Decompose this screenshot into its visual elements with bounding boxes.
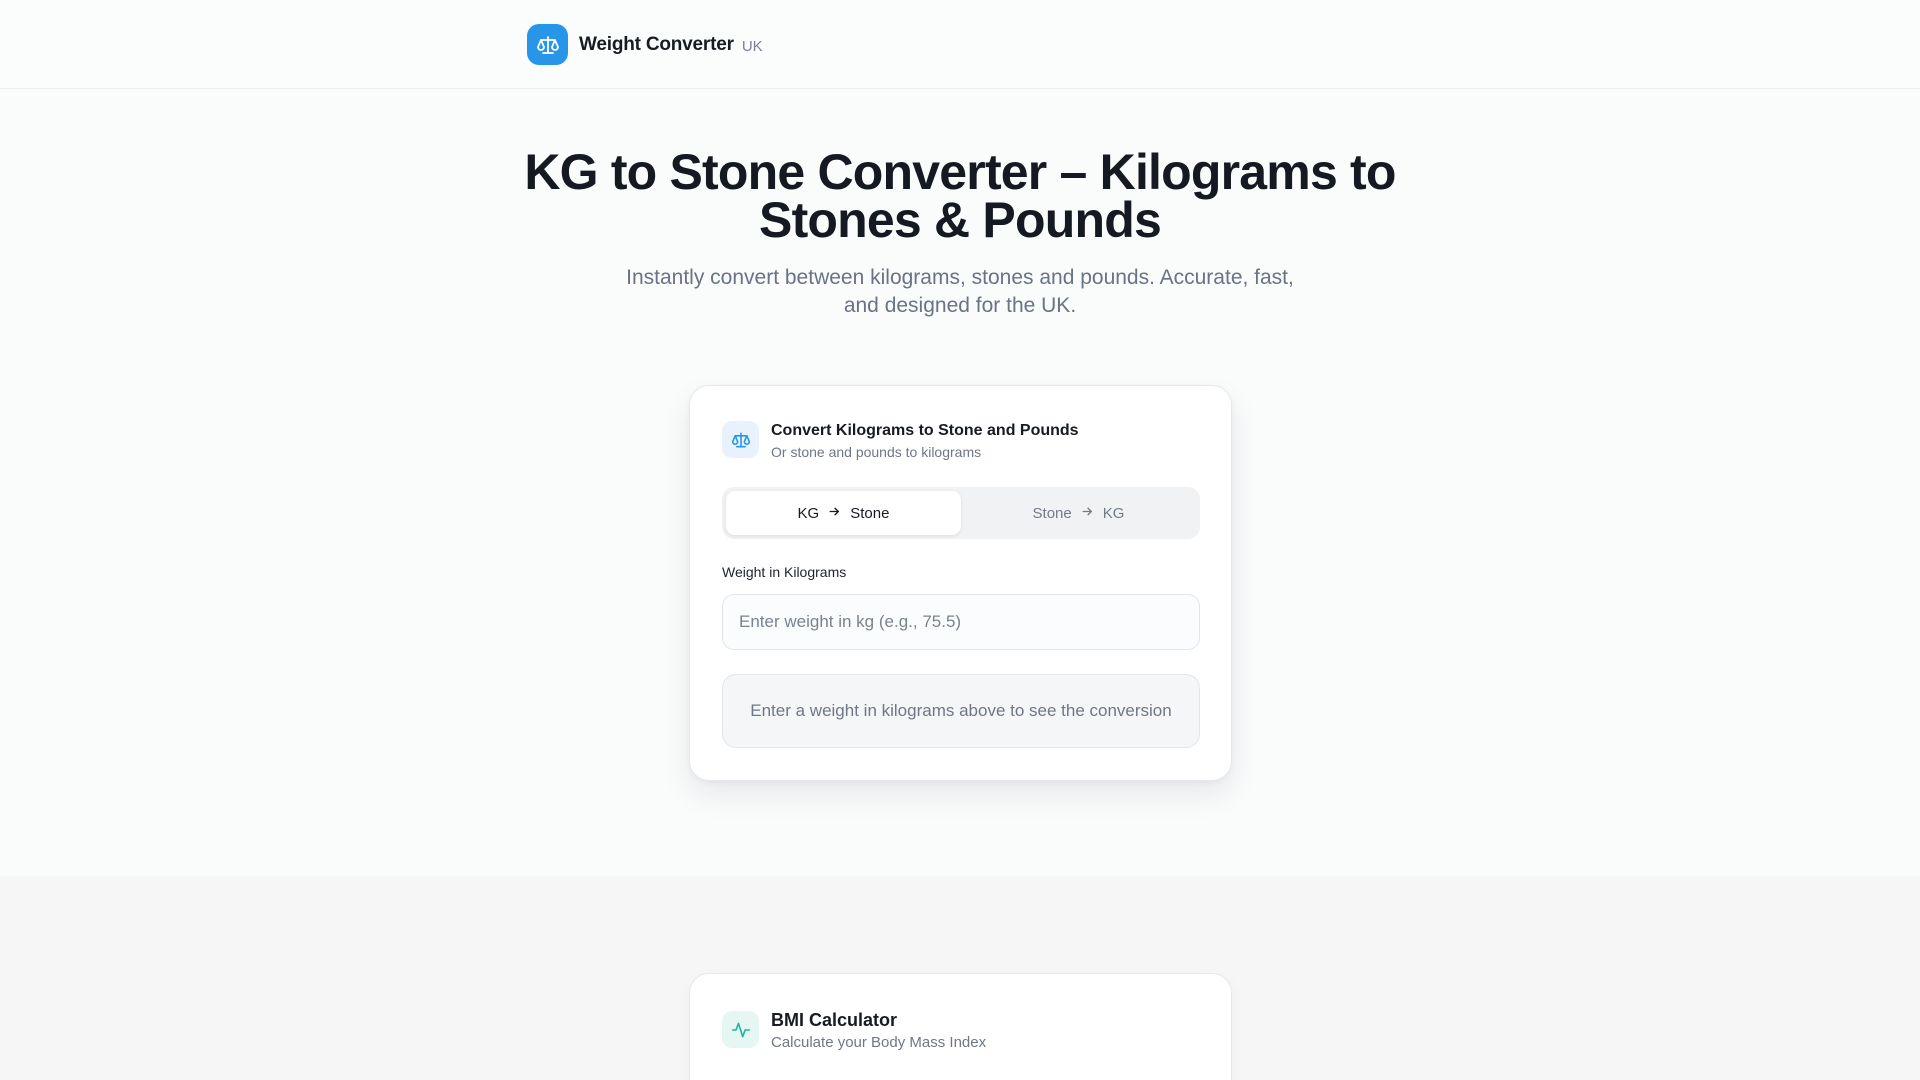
tab-stone-to-kg[interactable]: Stone KG bbox=[961, 491, 1196, 535]
arrow-right-icon bbox=[828, 505, 841, 522]
arrow-right-icon bbox=[1081, 505, 1094, 522]
page-title: KG to Stone Converter – Kilograms to Sto… bbox=[524, 144, 1396, 248]
bmi-calculator-card[interactable]: BMI Calculator Calculate your Body Mass … bbox=[689, 973, 1232, 1080]
tab-kg-to-stone[interactable]: KG Stone bbox=[726, 491, 961, 535]
conversion-result: Enter a weight in kilograms above to see… bbox=[722, 674, 1200, 748]
bmi-title: BMI Calculator bbox=[771, 1010, 898, 1030]
top-bar: Weight Converter UK bbox=[0, 0, 1920, 89]
tab-from-label: Stone bbox=[1032, 504, 1072, 522]
brand-name: Weight Converter bbox=[579, 33, 734, 55]
converter-card-header: Convert Kilograms to Stone and Pounds Or… bbox=[722, 421, 1079, 462]
brand-region-tag: UK bbox=[741, 38, 763, 55]
activity-icon bbox=[722, 1011, 759, 1048]
weight-field-label: Weight in Kilograms bbox=[722, 564, 847, 580]
tab-to-label: KG bbox=[1102, 504, 1125, 522]
scale-icon bbox=[527, 24, 568, 65]
direction-toggle: KG Stone Stone KG bbox=[722, 487, 1200, 539]
converter-title: Convert Kilograms to Stone and Pounds bbox=[771, 422, 1079, 439]
converter-subtitle: Or stone and pounds to kilograms bbox=[771, 444, 982, 460]
tab-from-label: KG bbox=[797, 504, 820, 522]
converter-card: Convert Kilograms to Stone and Pounds Or… bbox=[689, 385, 1232, 781]
page-subtitle: Instantly convert between kilograms, sto… bbox=[626, 266, 1294, 317]
tab-to-label: Stone bbox=[850, 504, 890, 522]
bmi-card-header: BMI Calculator Calculate your Body Mass … bbox=[722, 1010, 987, 1053]
brand[interactable]: Weight Converter UK bbox=[527, 24, 763, 65]
weight-kg-input[interactable] bbox=[722, 594, 1200, 650]
bmi-subtitle: Calculate your Body Mass Index bbox=[771, 1034, 987, 1051]
scale-icon bbox=[722, 421, 759, 458]
